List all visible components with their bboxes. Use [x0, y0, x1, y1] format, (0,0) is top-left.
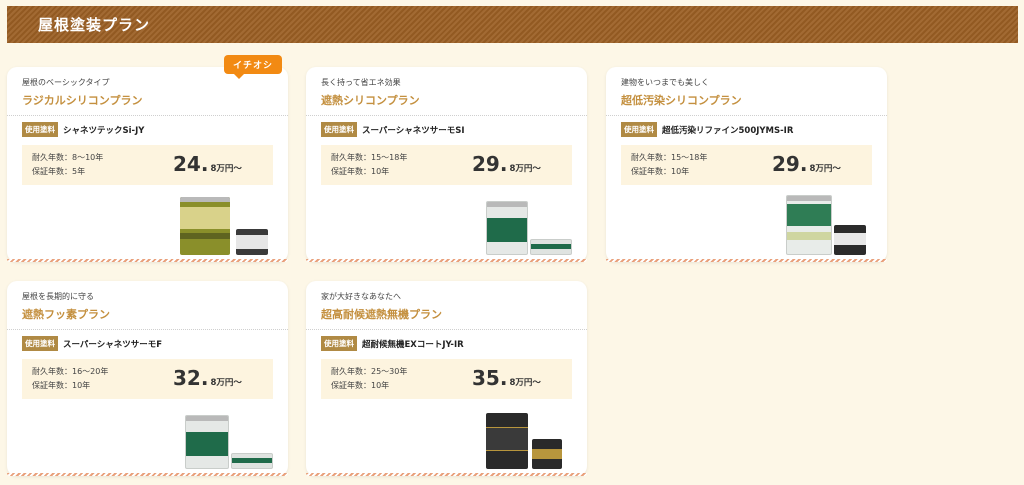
price-number: 29.	[472, 152, 508, 176]
small-paint-can-icon	[532, 439, 562, 469]
divider	[606, 115, 887, 116]
plan-name: 遮熱シリコンプラン	[321, 94, 420, 107]
price-unit: 8万円～	[210, 164, 242, 174]
recommended-badge: イチオシ	[223, 55, 282, 79]
plan-name: 超低汚染シリコンプラン	[621, 94, 742, 107]
paint-row: 使用塗料 超耐候無機EXコートJY-IR	[321, 336, 464, 351]
warranty-text: 保証年数：10年	[32, 381, 91, 390]
small-paint-can-icon	[834, 225, 866, 255]
price: 29. 8万円～	[472, 152, 541, 176]
paint-name: スーパーシャネツサーモF	[63, 339, 163, 350]
paint-can-icon	[180, 197, 230, 255]
small-paint-can-icon	[231, 453, 273, 469]
plan-subtitle: 家が大好きなあなたへ	[321, 292, 401, 301]
divider	[7, 115, 288, 116]
paint-name: スーパーシャネツサーモSI	[362, 125, 465, 136]
section-header: 屋根塗装プラン	[7, 6, 1018, 43]
plan-card-heat-shield-fluorine[interactable]: 屋根を長期的に守る 遮熱フッ素プラン 使用塗料 スーパーシャネツサーモF 耐久年…	[7, 281, 288, 476]
divider	[306, 329, 587, 330]
product-image	[185, 409, 275, 469]
paint-tag: 使用塗料	[621, 122, 657, 137]
paint-can-icon	[185, 415, 229, 469]
paint-row: 使用塗料 超低汚染リファイン500JYMS-IR	[621, 122, 794, 137]
paint-can-icon	[486, 201, 528, 255]
price-number: 35.	[472, 366, 508, 390]
price-unit: 8万円～	[809, 164, 841, 174]
plan-subtitle: 建物をいつまでも美しく	[621, 78, 709, 87]
plan-name: 超高耐候遮熱無機プラン	[321, 308, 442, 321]
paint-can-icon	[786, 195, 832, 255]
plan-info-box: 耐久年数：25～30年 保証年数：10年 35. 8万円～	[321, 359, 572, 399]
paint-row: 使用塗料 シャネツテックSi-JY	[22, 122, 145, 137]
small-paint-can-icon	[530, 239, 572, 255]
paint-can-icon	[486, 413, 528, 469]
price: 24. 8万円～	[173, 152, 242, 176]
price-unit: 8万円～	[509, 164, 541, 174]
paint-row: 使用塗料 スーパーシャネツサーモSI	[321, 122, 465, 137]
warranty-text: 保証年数：5年	[32, 167, 86, 176]
plan-subtitle: 屋根を長期的に守る	[22, 292, 94, 301]
plan-name: 遮熱フッ素プラン	[22, 308, 110, 321]
plan-info-box: 耐久年数：15～18年 保証年数：10年 29. 8万円～	[621, 145, 872, 185]
divider	[306, 115, 587, 116]
divider	[7, 329, 288, 330]
price: 32. 8万円～	[173, 366, 242, 390]
paint-name: 超耐候無機EXコートJY-IR	[362, 339, 464, 350]
product-image	[486, 195, 576, 255]
plan-subtitle: 長く持って省エネ効果	[321, 78, 401, 87]
price-number: 29.	[772, 152, 808, 176]
price-unit: 8万円～	[210, 378, 242, 388]
price: 35. 8万円～	[472, 366, 541, 390]
warranty-text: 保証年数：10年	[331, 381, 390, 390]
price: 29. 8万円～	[772, 152, 841, 176]
durability-text: 耐久年数：16～20年	[32, 367, 109, 376]
warranty-text: 保証年数：10年	[631, 167, 690, 176]
small-paint-can-icon	[236, 229, 268, 255]
plan-info-box: 耐久年数：15～18年 保証年数：10年 29. 8万円～	[321, 145, 572, 185]
plan-name: ラジカルシリコンプラン	[22, 94, 143, 107]
plan-subtitle: 屋根のベーシックタイプ	[22, 78, 110, 87]
section-title: 屋根塗装プラン	[38, 16, 151, 34]
plan-card-heat-shield-silicon[interactable]: 長く持って省エネ効果 遮熱シリコンプラン 使用塗料 スーパーシャネツサーモSI …	[306, 67, 587, 262]
plan-card-low-pollution-silicon[interactable]: 建物をいつまでも美しく 超低汚染シリコンプラン 使用塗料 超低汚染リファイン50…	[606, 67, 887, 262]
price-number: 32.	[173, 366, 209, 390]
durability-text: 耐久年数：15～18年	[631, 153, 708, 162]
paint-tag: 使用塗料	[321, 122, 357, 137]
paint-tag: 使用塗料	[22, 122, 58, 137]
paint-row: 使用塗料 スーパーシャネツサーモF	[22, 336, 163, 351]
price-unit: 8万円～	[509, 378, 541, 388]
plan-card-radical-silicon[interactable]: イチオシ 屋根のベーシックタイプ ラジカルシリコンプラン 使用塗料 シャネツテッ…	[7, 55, 288, 262]
plan-info-box: 耐久年数：8～10年 保証年数：5年 24. 8万円～	[22, 145, 273, 185]
durability-text: 耐久年数：15～18年	[331, 153, 408, 162]
plan-info-box: 耐久年数：16～20年 保証年数：10年 32. 8万円～	[22, 359, 273, 399]
warranty-text: 保証年数：10年	[331, 167, 390, 176]
paint-tag: 使用塗料	[22, 336, 58, 351]
paint-name: シャネツテックSi-JY	[63, 125, 145, 136]
paint-tag: 使用塗料	[321, 336, 357, 351]
price-number: 24.	[173, 152, 209, 176]
paint-name: 超低汚染リファイン500JYMS-IR	[662, 125, 794, 136]
durability-text: 耐久年数：25～30年	[331, 367, 408, 376]
product-image	[486, 409, 576, 469]
product-image	[180, 195, 270, 255]
plan-card-inorganic-heat-shield[interactable]: 家が大好きなあなたへ 超高耐候遮熱無機プラン 使用塗料 超耐候無機EXコートJY…	[306, 281, 587, 476]
durability-text: 耐久年数：8～10年	[32, 153, 104, 162]
product-image	[786, 195, 876, 255]
